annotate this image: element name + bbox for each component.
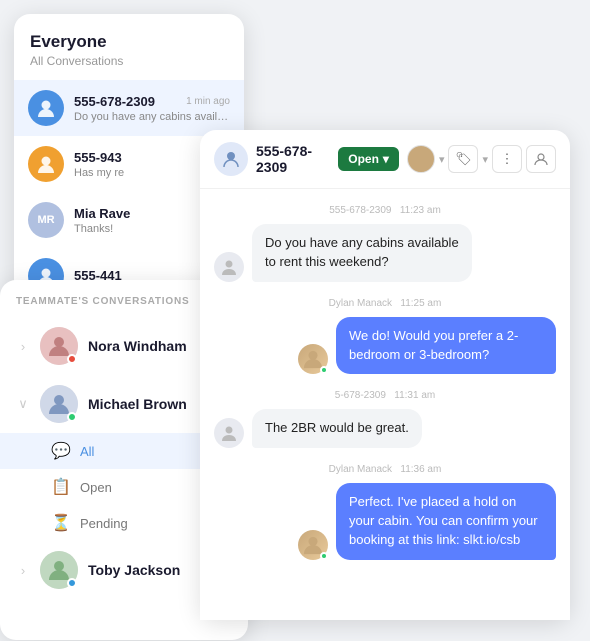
teammate-name: Nora Windham xyxy=(88,338,187,354)
sub-item-icon: ⏳ xyxy=(52,514,70,532)
teammate-chevron-icon: ∨ xyxy=(14,396,32,412)
agent-online-dot xyxy=(320,552,328,560)
chat-panel: 555-678-2309 Open ▾ ▾ 🏷 ▾ ⋮ 555-678-2309… xyxy=(200,130,570,620)
chat-contact-name: 555-678-2309 xyxy=(256,143,330,175)
sub-item-icon: 💬 xyxy=(52,442,70,460)
teammate-name: Michael Brown xyxy=(88,396,187,412)
message-group: 555-678-2309 11:23 am Do you have any ca… xyxy=(214,205,556,282)
chat-messages: 555-678-2309 11:23 am Do you have any ca… xyxy=(200,189,570,620)
conversation-item[interactable]: 555-678-2309 1 min ago Do you have any c… xyxy=(14,80,244,136)
chat-header-actions: ▾ 🏷 ▾ ⋮ xyxy=(407,145,556,173)
message-row: Do you have any cabins available to rent… xyxy=(214,224,556,282)
message-group: Dylan Manack 11:36 am Perfect. I've place… xyxy=(214,464,556,560)
message-bubble: We do! Would you prefer a 2-bedroom or 3… xyxy=(336,317,556,375)
message-row: The 2BR would be great. xyxy=(214,409,556,448)
contact-avatar-small xyxy=(214,418,244,448)
convo-preview: Do you have any cabins available to rent… xyxy=(74,111,230,123)
teammate-chevron-icon: › xyxy=(14,339,32,354)
chat-contact-avatar xyxy=(214,142,248,176)
message-meta: Dylan Manack 11:36 am xyxy=(214,464,556,475)
convo-time: 1 min ago xyxy=(186,96,230,107)
everyone-title: Everyone xyxy=(30,32,228,52)
teammate-avatar xyxy=(40,551,78,589)
message-meta: 5-678-2309 11:31 am xyxy=(214,390,556,401)
convo-avatar xyxy=(28,146,64,182)
agent-online-dot xyxy=(320,366,328,374)
more-options-button[interactable]: ⋮ xyxy=(492,145,522,173)
message-row: Perfect. I've placed a hold on your cabi… xyxy=(214,483,556,560)
convo-name: 555-678-2309 xyxy=(74,94,155,109)
message-group: 5-678-2309 11:31 am The 2BR would be gre… xyxy=(214,390,556,448)
agent-avatar-msg xyxy=(298,344,328,374)
teammate-chevron-icon: › xyxy=(14,563,32,578)
convo-avatar: MR xyxy=(28,202,64,238)
sub-item-icon: 📋 xyxy=(52,478,70,496)
message-bubble: The 2BR would be great. xyxy=(252,409,422,448)
everyone-header: Everyone All Conversations xyxy=(14,14,244,74)
agent-avatar-msg xyxy=(298,530,328,560)
message-meta: 555-678-2309 11:23 am xyxy=(214,205,556,216)
convo-avatar xyxy=(28,90,64,126)
message-row: We do! Would you prefer a 2-bedroom or 3… xyxy=(214,317,556,375)
chat-header: 555-678-2309 Open ▾ ▾ 🏷 ▾ ⋮ xyxy=(200,130,570,189)
contact-avatar-small xyxy=(214,252,244,282)
convo-name: 555-943 xyxy=(74,150,122,165)
teammate-name: Toby Jackson xyxy=(88,562,180,578)
tag-icon-btn[interactable]: 🏷 xyxy=(448,145,478,173)
agent-avatar-icon[interactable] xyxy=(407,145,435,173)
message-bubble: Do you have any cabins available to rent… xyxy=(252,224,472,282)
convo-info: 555-678-2309 1 min ago Do you have any c… xyxy=(74,94,230,123)
teammate-avatar xyxy=(40,327,78,365)
teammate-avatar xyxy=(40,385,78,423)
assign-agent-button[interactable] xyxy=(526,145,556,173)
open-status-button[interactable]: Open ▾ xyxy=(338,147,399,171)
everyone-subtitle: All Conversations xyxy=(30,54,228,68)
message-bubble: Perfect. I've placed a hold on your cabi… xyxy=(336,483,556,560)
convo-name: Mia Rave xyxy=(74,206,130,221)
message-group: Dylan Manack 11:25 am We do! Would you pr… xyxy=(214,298,556,375)
message-meta: Dylan Manack 11:25 am xyxy=(214,298,556,309)
